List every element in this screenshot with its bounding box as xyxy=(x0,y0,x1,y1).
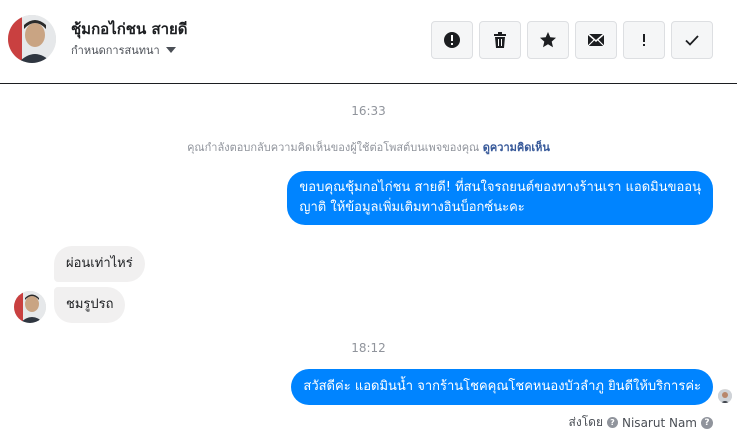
alert-circle-icon xyxy=(444,32,460,48)
mark-spam-button[interactable] xyxy=(431,21,473,59)
important-button[interactable] xyxy=(623,21,665,59)
timestamp: 16:33 xyxy=(351,104,386,118)
mark-done-button[interactable] xyxy=(671,21,713,59)
mark-unread-button[interactable] xyxy=(575,21,617,59)
trash-icon xyxy=(494,32,506,48)
exclamation-icon xyxy=(643,34,645,46)
sender-avatar[interactable] xyxy=(14,291,46,323)
caret-down-icon xyxy=(165,47,176,53)
reply-context-notice: คุณกำลังตอบกลับความคิดเห็นของผู้ใช้ต่อโพ… xyxy=(0,138,737,156)
sent-by-label: ส่งโดย xyxy=(568,415,603,429)
help-icon[interactable]: ? xyxy=(607,417,618,428)
delete-button[interactable] xyxy=(479,21,521,59)
assign-conversation-dropdown[interactable]: กำหนดการสนทนา xyxy=(71,41,176,59)
star-icon xyxy=(540,32,556,48)
contact-name[interactable]: ชุ้มกอไก่ชน สายดี xyxy=(71,17,188,41)
message-bubble-incoming[interactable]: ผ่อนเท่าไหร่ xyxy=(54,246,145,282)
sender-name: Nisarut Nam xyxy=(622,415,697,430)
sent-by-info: ส่งโดย ? Nisarut Nam ? xyxy=(569,413,713,432)
conversation-header: ชุ้มกอไก่ชน สายดี กำหนดการสนทนา xyxy=(0,0,737,84)
view-comment-link[interactable]: ดูความคิดเห็น xyxy=(483,141,550,154)
star-button[interactable] xyxy=(527,21,569,59)
message-line: ญาติ ให้ข้อมูลเพิ่มเติมทางอินบ็อกซ์นะคะ xyxy=(299,200,525,215)
help-icon[interactable]: ? xyxy=(701,416,713,429)
contact-avatar[interactable] xyxy=(8,15,56,63)
envelope-icon xyxy=(587,33,605,47)
toolbar xyxy=(431,21,713,59)
message-line: ขอบคุณชุ้มกอไก่ชน สายดี! ที่สนใจรถยนต์ขอ… xyxy=(299,180,701,195)
seen-avatar xyxy=(718,389,732,403)
message-bubble-outgoing[interactable]: ขอบคุณชุ้มกอไก่ชน สายดี! ที่สนใจรถยนต์ขอ… xyxy=(287,171,713,225)
message-bubble-incoming[interactable]: ชมรูปรถ xyxy=(54,287,126,323)
checkmark-icon xyxy=(685,35,699,46)
timestamp: 18:12 xyxy=(351,341,386,355)
message-bubble-outgoing[interactable]: สวัสดีค่ะ แอดมินน้ำ จากร้านโชคคุณโชคหนอง… xyxy=(291,369,713,405)
notice-text: คุณกำลังตอบกลับความคิดเห็นของผู้ใช้ต่อโพ… xyxy=(187,141,480,154)
assign-label: กำหนดการสนทนา xyxy=(71,44,160,57)
